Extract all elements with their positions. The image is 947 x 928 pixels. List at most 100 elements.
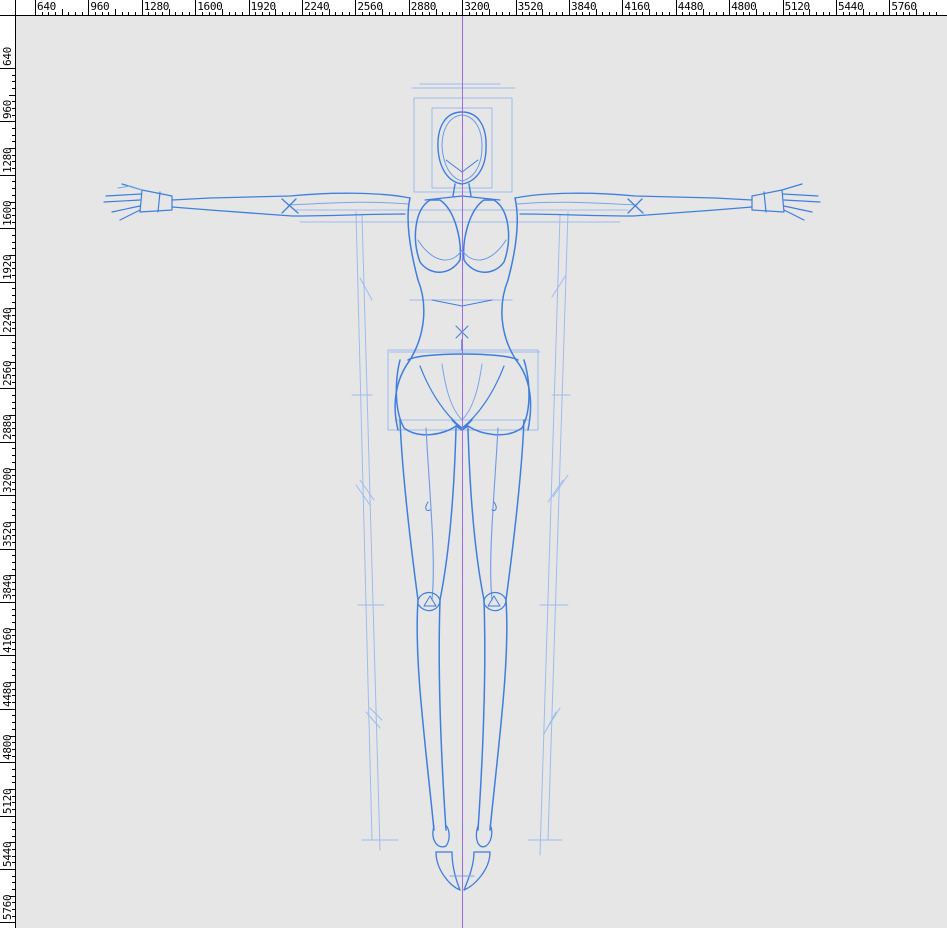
ruler-minor-tick bbox=[121, 12, 123, 15]
ruler-minor-tick bbox=[295, 12, 297, 15]
ruler-minor-tick bbox=[95, 12, 97, 15]
ruler-minor-tick bbox=[12, 241, 15, 243]
ruler-major-tick bbox=[0, 708, 15, 710]
ruler-left-label: 5120 bbox=[1, 788, 14, 814]
ruler-minor-tick bbox=[12, 775, 15, 777]
ruler-minor-tick bbox=[916, 9, 918, 15]
ruler-minor-tick bbox=[75, 12, 77, 15]
ruler-major-tick bbox=[675, 0, 677, 15]
ruler-minor-tick bbox=[735, 12, 737, 15]
ruler-major-tick bbox=[141, 0, 143, 15]
ruler-minor-tick bbox=[9, 94, 15, 96]
ruler-minor-tick bbox=[522, 12, 524, 15]
ruler-left-label: 2880 bbox=[1, 414, 14, 440]
ruler-minor-tick bbox=[12, 768, 15, 770]
ruler-minor-tick bbox=[528, 12, 530, 15]
ruler-minor-tick bbox=[815, 12, 817, 15]
ruler-minor-tick bbox=[12, 234, 15, 236]
ruler-minor-tick bbox=[12, 622, 15, 624]
ruler-minor-tick bbox=[575, 12, 577, 15]
ruler-minor-tick bbox=[12, 615, 15, 617]
ruler-minor-tick bbox=[12, 141, 15, 143]
ruler-minor-tick bbox=[12, 722, 15, 724]
ruler-minor-tick bbox=[402, 12, 404, 15]
ruler-major-tick bbox=[0, 495, 15, 497]
ruler-major-tick bbox=[0, 68, 15, 69]
ruler-minor-tick bbox=[12, 555, 15, 557]
ruler-minor-tick bbox=[12, 74, 15, 76]
ruler-top-label: 640 bbox=[37, 0, 56, 13]
construction-lines bbox=[294, 83, 629, 856]
ruler-minor-tick bbox=[101, 12, 103, 15]
ruler-minor-tick bbox=[368, 12, 370, 15]
vertical-ruler[interactable]: 640 960 1280 1600 1920 2240 2560 2880 3200 3520 38… bbox=[0, 0, 16, 928]
ruler-minor-tick bbox=[896, 12, 898, 15]
ruler-minor-tick bbox=[115, 9, 117, 15]
horizontal-ruler[interactable]: 640 960 1280 1600 1920 2240 2560 2880 3200 3520 38… bbox=[0, 0, 947, 16]
ruler-left-label: 1600 bbox=[1, 200, 14, 227]
ruler-major-tick bbox=[889, 0, 891, 15]
ruler-minor-tick bbox=[936, 12, 938, 15]
ruler-major-tick bbox=[35, 0, 36, 15]
ruler-minor-tick bbox=[702, 9, 704, 15]
ruler-minor-tick bbox=[789, 12, 791, 15]
ruler-minor-tick bbox=[629, 12, 631, 15]
ruler-major-tick bbox=[0, 335, 15, 336]
ruler-minor-tick bbox=[415, 12, 417, 15]
ruler-minor-tick bbox=[208, 12, 210, 15]
ruler-minor-tick bbox=[689, 12, 691, 15]
ruler-minor-tick bbox=[448, 12, 450, 15]
ruler-minor-tick bbox=[615, 12, 617, 15]
ruler-left-label: 3520 bbox=[1, 521, 14, 547]
drawing-canvas[interactable] bbox=[0, 0, 947, 928]
ruler-major-tick bbox=[0, 388, 15, 390]
ruler-minor-tick bbox=[535, 12, 537, 15]
ruler-minor-tick bbox=[12, 355, 15, 357]
ruler-left-label: 960 bbox=[1, 100, 14, 120]
ruler-minor-tick bbox=[41, 12, 43, 15]
ruler-minor-tick bbox=[235, 12, 237, 15]
ruler-minor-tick bbox=[488, 9, 490, 15]
ruler-minor-tick bbox=[81, 12, 83, 15]
ruler-major-tick bbox=[0, 548, 15, 550]
ruler-major-tick bbox=[302, 0, 303, 15]
ruler-minor-tick bbox=[455, 12, 457, 15]
ruler-major-tick bbox=[729, 0, 731, 15]
ruler-major-tick bbox=[836, 0, 837, 15]
ruler-minor-tick bbox=[161, 12, 163, 15]
ruler-minor-tick bbox=[822, 12, 824, 15]
ruler-minor-tick bbox=[508, 12, 510, 15]
ruler-minor-tick bbox=[215, 12, 217, 15]
ruler-minor-tick bbox=[909, 12, 911, 15]
ruler-minor-tick bbox=[55, 12, 57, 15]
ruler-minor-tick bbox=[382, 9, 384, 15]
ruler-minor-tick bbox=[829, 12, 831, 15]
ruler-minor-tick bbox=[275, 9, 277, 15]
ruler-major-tick bbox=[515, 0, 517, 15]
ruler-minor-tick bbox=[12, 715, 15, 717]
ruler-minor-tick bbox=[876, 12, 878, 15]
ruler-left-label: 4160 bbox=[1, 628, 14, 654]
ruler-top-label: 960 bbox=[90, 0, 110, 13]
ruler-minor-tick bbox=[335, 12, 337, 15]
ruler-minor-tick bbox=[221, 9, 223, 15]
ruler-minor-tick bbox=[12, 248, 15, 250]
ruler-minor-tick bbox=[635, 12, 637, 15]
ruler-minor-tick bbox=[12, 568, 15, 570]
ruler-major-tick bbox=[355, 0, 357, 15]
ruler-left-label: 5760 bbox=[1, 895, 14, 921]
ruler-major-tick bbox=[88, 0, 90, 15]
ruler-minor-tick bbox=[869, 12, 871, 15]
ruler-minor-tick bbox=[468, 12, 470, 15]
ruler-minor-tick bbox=[342, 12, 344, 15]
ruler-minor-tick bbox=[375, 12, 377, 15]
ruler-minor-tick bbox=[12, 822, 15, 824]
ruler-minor-tick bbox=[12, 88, 15, 90]
ruler-major-tick bbox=[0, 281, 15, 283]
ruler-minor-tick bbox=[902, 12, 904, 15]
ruler-minor-tick bbox=[261, 12, 263, 15]
ruler-minor-tick bbox=[12, 561, 15, 563]
ruler-minor-tick bbox=[148, 12, 150, 15]
ruler-left-label: 4800 bbox=[1, 734, 14, 761]
ruler-minor-tick bbox=[12, 81, 15, 83]
